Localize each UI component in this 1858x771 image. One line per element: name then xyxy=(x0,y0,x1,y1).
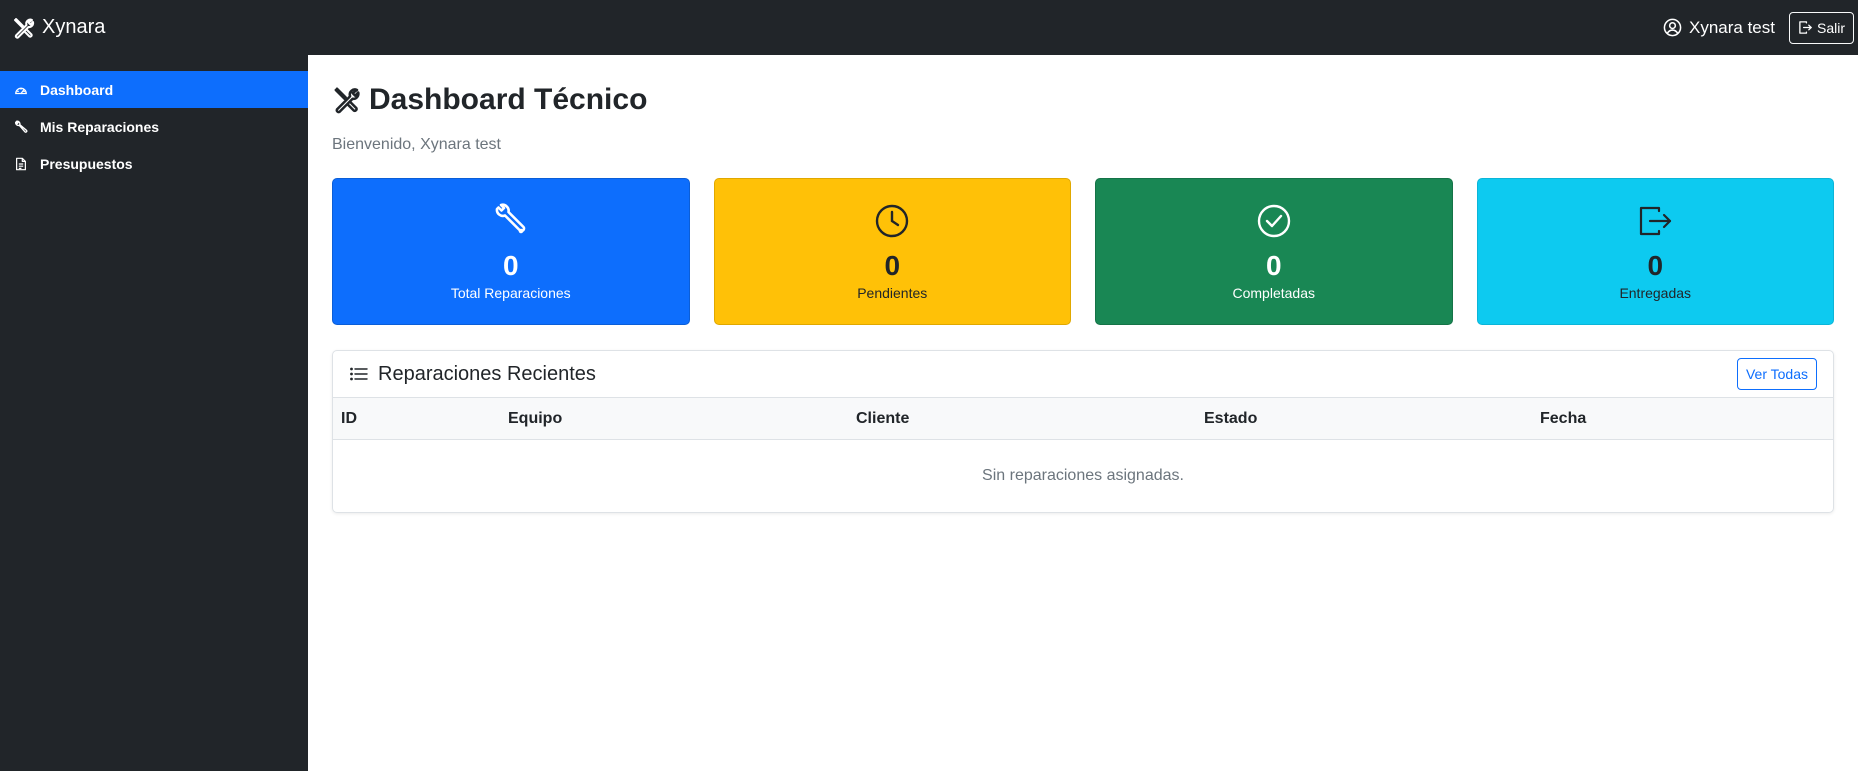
sidebar-item-presupuestos[interactable]: Presupuestos xyxy=(0,145,308,182)
sidebar-item-label: Presupuestos xyxy=(40,155,133,172)
panel-header: Reparaciones Recientes Ver Todas xyxy=(333,351,1833,398)
stat-label: Pendientes xyxy=(857,285,928,301)
brand-link[interactable]: Xynara xyxy=(12,16,105,40)
sidebar: Dashboard Mis Reparaciones Presupuestos xyxy=(0,55,308,771)
column-header-estado: Estado xyxy=(1204,409,1258,427)
recent-repairs-panel: Reparaciones Recientes Ver Todas ID Equi… xyxy=(332,350,1834,513)
wrench-icon xyxy=(15,120,28,133)
empty-state-text: Sin reparaciones asignadas. xyxy=(982,467,1184,484)
sidebar-item-label: Dashboard xyxy=(40,81,114,98)
top-navbar: Xynara Xynara test Salir xyxy=(0,0,1858,55)
list-icon xyxy=(350,367,368,381)
sidebar-item-mis-reparaciones[interactable]: Mis Reparaciones xyxy=(0,108,308,145)
page-title: Dashboard Técnico xyxy=(332,80,1834,120)
panel-title-text: Reparaciones Recientes xyxy=(378,362,596,385)
box-arrow-right-icon xyxy=(1640,206,1672,236)
stat-label: Completadas xyxy=(1232,285,1316,301)
stat-value: 0 xyxy=(502,250,519,281)
column-header-cliente: Cliente xyxy=(856,409,910,427)
tools-icon xyxy=(334,87,360,114)
user-name: Xynara test xyxy=(1688,17,1775,37)
stat-value: 0 xyxy=(884,250,901,281)
sidebar-item-dashboard[interactable]: Dashboard xyxy=(0,71,308,108)
stat-label: Entregadas xyxy=(1619,285,1692,301)
stat-card-delivered: 0 Entregadas xyxy=(1476,178,1834,325)
document-icon xyxy=(16,157,26,170)
view-all-button[interactable]: Ver Todas xyxy=(1736,358,1817,390)
main-content: Dashboard Técnico Bienvenido, Xynara tes… xyxy=(308,55,1858,771)
logout-icon xyxy=(1799,21,1812,34)
person-circle-icon xyxy=(1663,18,1682,37)
stats-cards: 0 Total Reparaciones 0 Pendientes 0 Comp… xyxy=(332,178,1834,325)
logout-label: Salir xyxy=(1816,19,1845,36)
speedometer-icon xyxy=(15,87,27,94)
column-header-equipo: Equipo xyxy=(508,409,563,427)
page-title-text: Dashboard Técnico xyxy=(369,83,648,116)
logout-button[interactable]: Salir xyxy=(1788,11,1854,44)
stat-card-completed: 0 Completadas xyxy=(1095,178,1453,325)
stat-label: Total Reparaciones xyxy=(450,285,571,301)
column-header-id: ID xyxy=(341,409,357,427)
clock-icon xyxy=(876,204,909,238)
stat-value: 0 xyxy=(1265,250,1282,281)
stat-value: 0 xyxy=(1647,250,1664,281)
column-header-fecha: Fecha xyxy=(1540,409,1587,427)
panel-title: Reparaciones Recientes xyxy=(349,363,596,386)
user-area: Xynara test Salir xyxy=(1663,0,1854,55)
welcome-text: Bienvenido, Xynara test xyxy=(332,136,501,153)
user-menu[interactable]: Xynara test xyxy=(1663,18,1775,38)
wrench-icon xyxy=(495,203,526,234)
stat-card-total: 0 Total Reparaciones xyxy=(332,178,690,325)
check-circle-icon xyxy=(1257,204,1290,238)
tools-icon xyxy=(14,17,35,39)
sidebar-item-label: Mis Reparaciones xyxy=(40,118,160,135)
table-header: ID Equipo Cliente Estado Fecha xyxy=(333,398,1833,440)
brand-name: Xynara xyxy=(42,16,106,38)
stat-card-pending: 0 Pendientes xyxy=(713,178,1071,325)
